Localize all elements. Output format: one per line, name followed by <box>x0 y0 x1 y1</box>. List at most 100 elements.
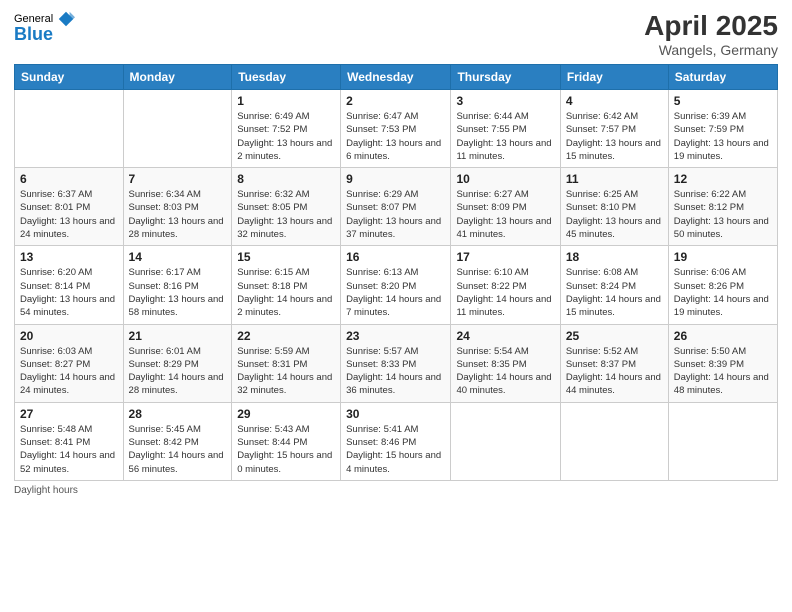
day-cell: 1 Sunrise: 6:49 AM Sunset: 7:52 PM Daylig… <box>232 90 341 168</box>
day-cell <box>15 90 124 168</box>
week-row: 20 Sunrise: 6:03 AM Sunset: 8:27 PM Dayli… <box>15 324 778 402</box>
day-number: 7 <box>129 172 227 186</box>
day-number: 12 <box>674 172 772 186</box>
day-number: 20 <box>20 329 118 343</box>
logo-blue: Blue <box>14 24 53 45</box>
day-cell: 3 Sunrise: 6:44 AM Sunset: 7:55 PM Daylig… <box>451 90 560 168</box>
day-info: Sunrise: 6:27 AM Sunset: 8:09 PM Dayligh… <box>456 188 554 241</box>
day-cell: 20 Sunrise: 6:03 AM Sunset: 8:27 PM Dayli… <box>15 324 124 402</box>
calendar: SundayMondayTuesdayWednesdayThursdayFrid… <box>14 64 778 481</box>
day-number: 19 <box>674 250 772 264</box>
day-cell: 25 Sunrise: 5:52 AM Sunset: 8:37 PM Dayli… <box>560 324 668 402</box>
header-row: SundayMondayTuesdayWednesdayThursdayFrid… <box>15 65 778 90</box>
day-info: Sunrise: 6:49 AM Sunset: 7:52 PM Dayligh… <box>237 110 335 163</box>
day-info: Sunrise: 6:15 AM Sunset: 8:18 PM Dayligh… <box>237 266 335 319</box>
day-info: Sunrise: 5:41 AM Sunset: 8:46 PM Dayligh… <box>346 423 445 476</box>
day-number: 14 <box>129 250 227 264</box>
day-cell <box>560 402 668 480</box>
day-number: 15 <box>237 250 335 264</box>
day-info: Sunrise: 6:20 AM Sunset: 8:14 PM Dayligh… <box>20 266 118 319</box>
day-info: Sunrise: 6:08 AM Sunset: 8:24 PM Dayligh… <box>566 266 663 319</box>
day-info: Sunrise: 6:42 AM Sunset: 7:57 PM Dayligh… <box>566 110 663 163</box>
day-number: 26 <box>674 329 772 343</box>
day-cell: 16 Sunrise: 6:13 AM Sunset: 8:20 PM Dayli… <box>341 246 451 324</box>
day-header: Thursday <box>451 65 560 90</box>
day-cell: 22 Sunrise: 5:59 AM Sunset: 8:31 PM Dayli… <box>232 324 341 402</box>
day-number: 27 <box>20 407 118 421</box>
day-number: 6 <box>20 172 118 186</box>
day-number: 4 <box>566 94 663 108</box>
day-cell: 10 Sunrise: 6:27 AM Sunset: 8:09 PM Dayli… <box>451 168 560 246</box>
week-row: 27 Sunrise: 5:48 AM Sunset: 8:41 PM Dayli… <box>15 402 778 480</box>
day-info: Sunrise: 5:59 AM Sunset: 8:31 PM Dayligh… <box>237 345 335 398</box>
day-cell: 14 Sunrise: 6:17 AM Sunset: 8:16 PM Dayli… <box>123 246 232 324</box>
day-number: 21 <box>129 329 227 343</box>
day-cell: 4 Sunrise: 6:42 AM Sunset: 7:57 PM Daylig… <box>560 90 668 168</box>
day-info: Sunrise: 6:06 AM Sunset: 8:26 PM Dayligh… <box>674 266 772 319</box>
day-info: Sunrise: 6:01 AM Sunset: 8:29 PM Dayligh… <box>129 345 227 398</box>
day-info: Sunrise: 6:03 AM Sunset: 8:27 PM Dayligh… <box>20 345 118 398</box>
day-number: 23 <box>346 329 445 343</box>
day-info: Sunrise: 6:17 AM Sunset: 8:16 PM Dayligh… <box>129 266 227 319</box>
day-number: 3 <box>456 94 554 108</box>
day-cell: 29Sunrise: 5:43 AM Sunset: 8:44 PM Dayli… <box>232 402 341 480</box>
day-info: Sunrise: 6:13 AM Sunset: 8:20 PM Dayligh… <box>346 266 445 319</box>
day-number: 30 <box>346 407 445 421</box>
week-row: 6Sunrise: 6:37 AM Sunset: 8:01 PM Daylig… <box>15 168 778 246</box>
day-number: 9 <box>346 172 445 186</box>
day-header: Tuesday <box>232 65 341 90</box>
day-info: Sunrise: 5:52 AM Sunset: 8:37 PM Dayligh… <box>566 345 663 398</box>
day-info: Sunrise: 5:50 AM Sunset: 8:39 PM Dayligh… <box>674 345 772 398</box>
day-cell: 11Sunrise: 6:25 AM Sunset: 8:10 PM Dayli… <box>560 168 668 246</box>
day-number: 1 <box>237 94 335 108</box>
header: General Blue April 2025 Wangels, Germany <box>14 10 778 58</box>
day-cell: 2 Sunrise: 6:47 AM Sunset: 7:53 PM Daylig… <box>341 90 451 168</box>
day-cell: 15 Sunrise: 6:15 AM Sunset: 8:18 PM Dayli… <box>232 246 341 324</box>
day-info: Sunrise: 6:39 AM Sunset: 7:59 PM Dayligh… <box>674 110 772 163</box>
day-number: 5 <box>674 94 772 108</box>
day-info: Sunrise: 5:45 AM Sunset: 8:42 PM Dayligh… <box>129 423 227 476</box>
day-info: Sunrise: 6:10 AM Sunset: 8:22 PM Dayligh… <box>456 266 554 319</box>
logo: General Blue <box>14 10 75 45</box>
day-number: 13 <box>20 250 118 264</box>
day-info: Sunrise: 6:29 AM Sunset: 8:07 PM Dayligh… <box>346 188 445 241</box>
day-cell: 7 Sunrise: 6:34 AM Sunset: 8:03 PM Daylig… <box>123 168 232 246</box>
day-header: Saturday <box>668 65 777 90</box>
day-header: Monday <box>123 65 232 90</box>
week-row: 1 Sunrise: 6:49 AM Sunset: 7:52 PM Daylig… <box>15 90 778 168</box>
day-cell: 26 Sunrise: 5:50 AM Sunset: 8:39 PM Dayli… <box>668 324 777 402</box>
day-number: 25 <box>566 329 663 343</box>
day-number: 18 <box>566 250 663 264</box>
day-number: 2 <box>346 94 445 108</box>
location: Wangels, Germany <box>644 42 778 58</box>
day-cell: 21 Sunrise: 6:01 AM Sunset: 8:29 PM Dayli… <box>123 324 232 402</box>
month-title: April 2025 <box>644 10 778 42</box>
title-block: April 2025 Wangels, Germany <box>644 10 778 58</box>
day-header: Friday <box>560 65 668 90</box>
day-info: Sunrise: 6:44 AM Sunset: 7:55 PM Dayligh… <box>456 110 554 163</box>
day-number: 16 <box>346 250 445 264</box>
day-info: Sunrise: 5:48 AM Sunset: 8:41 PM Dayligh… <box>20 423 118 476</box>
day-info: Sunrise: 6:47 AM Sunset: 7:53 PM Dayligh… <box>346 110 445 163</box>
day-cell: 12Sunrise: 6:22 AM Sunset: 8:12 PM Dayli… <box>668 168 777 246</box>
day-info: Sunrise: 6:32 AM Sunset: 8:05 PM Dayligh… <box>237 188 335 241</box>
day-header: Sunday <box>15 65 124 90</box>
day-number: 24 <box>456 329 554 343</box>
footer-note: Daylight hours <box>14 485 778 496</box>
day-info: Sunrise: 6:34 AM Sunset: 8:03 PM Dayligh… <box>129 188 227 241</box>
day-cell: 27 Sunrise: 5:48 AM Sunset: 8:41 PM Dayli… <box>15 402 124 480</box>
day-info: Sunrise: 6:25 AM Sunset: 8:10 PM Dayligh… <box>566 188 663 241</box>
logo-icon <box>57 10 75 28</box>
day-cell: 8 Sunrise: 6:32 AM Sunset: 8:05 PM Daylig… <box>232 168 341 246</box>
day-number: 8 <box>237 172 335 186</box>
day-cell <box>123 90 232 168</box>
day-header: Wednesday <box>341 65 451 90</box>
day-info: Sunrise: 5:54 AM Sunset: 8:35 PM Dayligh… <box>456 345 554 398</box>
day-number: 22 <box>237 329 335 343</box>
day-cell <box>451 402 560 480</box>
day-number: 10 <box>456 172 554 186</box>
day-number: 29 <box>237 407 335 421</box>
day-cell: 28Sunrise: 5:45 AM Sunset: 8:42 PM Dayli… <box>123 402 232 480</box>
day-info: Sunrise: 5:57 AM Sunset: 8:33 PM Dayligh… <box>346 345 445 398</box>
day-cell: 18 Sunrise: 6:08 AM Sunset: 8:24 PM Dayli… <box>560 246 668 324</box>
